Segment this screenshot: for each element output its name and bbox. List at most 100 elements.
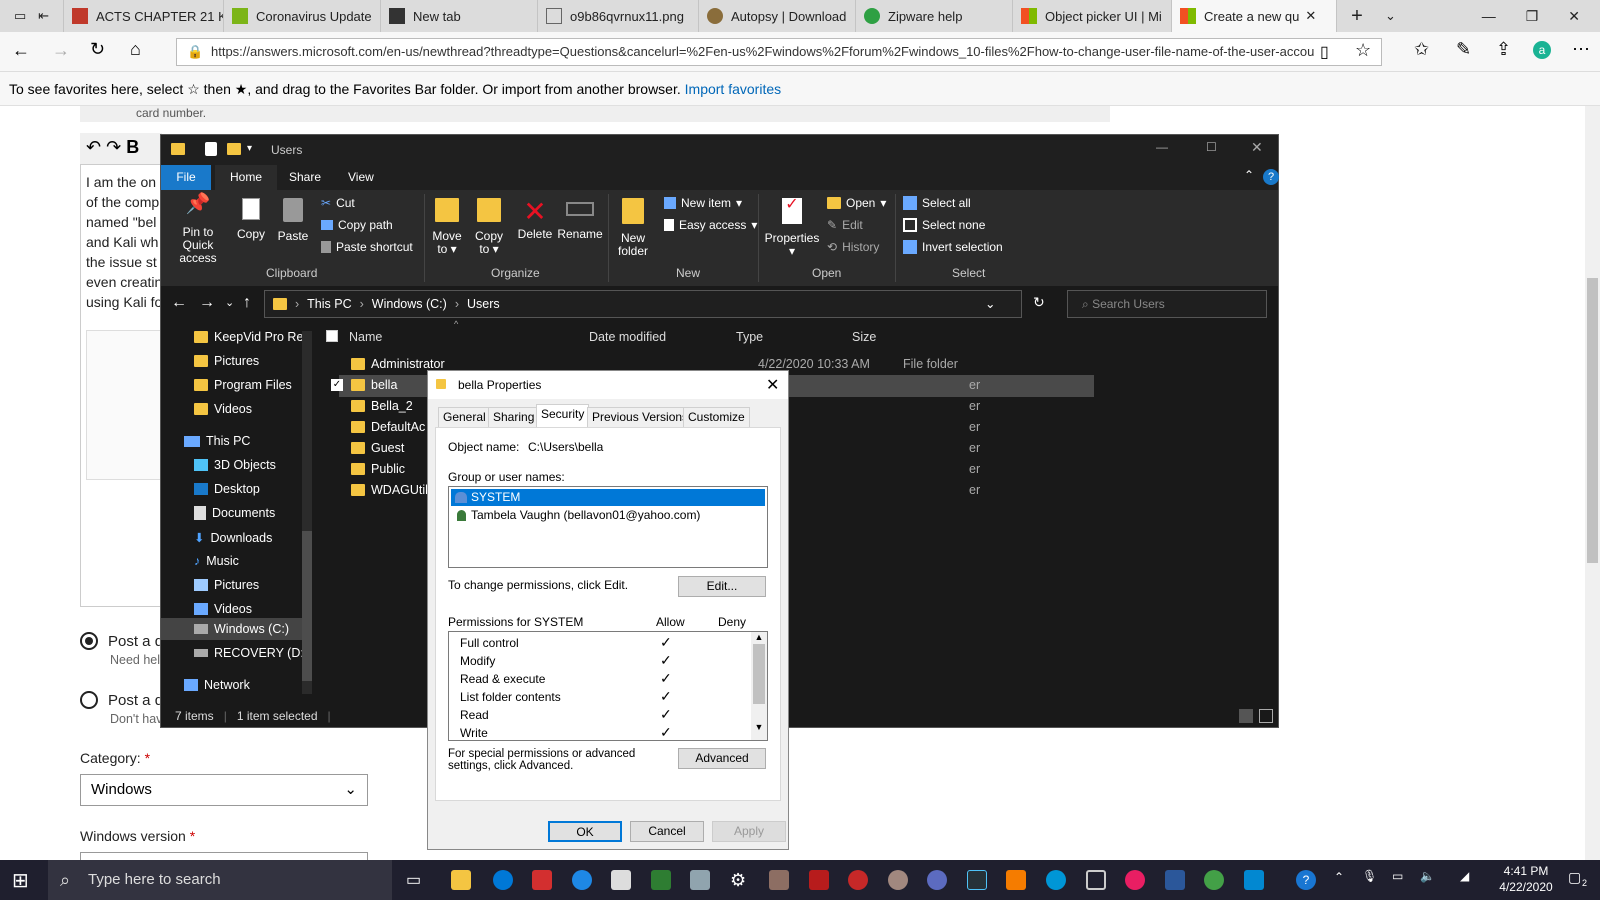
taskbar-search[interactable]: ⌕ Type here to search [48, 860, 392, 900]
column-size[interactable]: Size [852, 330, 876, 344]
app-icon[interactable] [1006, 870, 1026, 890]
new-tab-button[interactable]: + [1337, 0, 1377, 32]
properties-quick-icon[interactable] [205, 142, 217, 156]
tab-share[interactable]: Share [289, 165, 321, 190]
table-row[interactable]: DefaultAc er [351, 420, 980, 434]
settings-gear-icon[interactable]: ⚙ [730, 870, 750, 890]
app-icon[interactable] [1125, 870, 1145, 890]
minimize-icon[interactable]: — [1156, 140, 1168, 154]
restore-icon[interactable]: ❐ [1526, 8, 1539, 25]
app-icon[interactable] [769, 870, 789, 890]
nav-item-3d-objects[interactable]: 3D Objects [194, 458, 276, 472]
volume-icon[interactable]: 🔈 [1420, 869, 1435, 883]
notifications-icon[interactable]: ▢ [1568, 869, 1581, 886]
new-folder-button[interactable]: New folder [613, 198, 653, 258]
app-icon[interactable] [967, 870, 987, 890]
close-icon[interactable]: ✕ [1251, 139, 1263, 156]
close-window-icon[interactable]: ✕ [1568, 8, 1580, 25]
details-view-icon[interactable] [1239, 709, 1253, 723]
search-box[interactable]: ⌕ Search Users [1067, 290, 1267, 318]
row-checkbox-checked[interactable]: ✓ [331, 379, 343, 391]
table-row[interactable]: ✓ bella er [331, 378, 980, 392]
forward-icon[interactable]: → [199, 294, 215, 312]
category-select[interactable]: Windows ⌄ [80, 774, 368, 806]
nav-item-windows-c[interactable]: Windows (C:) [194, 622, 289, 636]
user-item-system[interactable]: SYSTEM [451, 489, 765, 506]
battery-icon[interactable]: ▭ [1392, 869, 1403, 883]
page-scrollbar[interactable] [1585, 106, 1600, 860]
nav-item-desktop[interactable]: Desktop [194, 482, 260, 496]
tab-list-icon[interactable]: ⌄ [1377, 0, 1407, 32]
select-all-button[interactable]: Select all [903, 196, 971, 210]
tab-4[interactable]: Autopsy | Download [699, 0, 856, 32]
close-tab-icon[interactable]: ✕ [1305, 8, 1316, 24]
tab-customize[interactable]: Customize [683, 407, 750, 427]
recent-locations-icon[interactable]: ⌄ [225, 296, 234, 309]
minimize-icon[interactable]: — [1482, 8, 1496, 24]
easy-access-button[interactable]: Easy access ▾ [664, 218, 757, 232]
nav-item-pictures-2[interactable]: Pictures [194, 578, 259, 592]
word-icon[interactable] [1165, 870, 1185, 890]
large-icons-view-icon[interactable] [1259, 709, 1273, 723]
back-icon[interactable]: ← [12, 40, 30, 61]
select-all-checkbox[interactable] [326, 330, 338, 342]
close-icon[interactable]: ✕ [766, 375, 779, 395]
nav-item-this-pc[interactable]: This PC [184, 434, 250, 448]
copy-to-button[interactable]: Copy to ▾ [469, 198, 509, 256]
move-to-button[interactable]: Move to ▾ [427, 198, 467, 256]
tab-previous-versions[interactable]: Previous Versions [587, 407, 694, 427]
tab-home[interactable]: Home [215, 165, 277, 190]
crumb-this-pc[interactable]: This PC [307, 297, 351, 311]
windows-start-icon[interactable]: ⊞ [12, 868, 29, 893]
permissions-scrollbar[interactable]: ▲ ▼ [751, 632, 767, 740]
cancel-button[interactable]: Cancel [630, 821, 704, 842]
nav-item-recovery-d[interactable]: RECOVERY (D:) [194, 646, 308, 660]
help-icon[interactable]: ? [1296, 870, 1316, 890]
tab-2[interactable]: New tab [381, 0, 538, 32]
edit-button[interactable]: Edit... [678, 576, 766, 597]
forward-icon[interactable]: → [52, 40, 70, 61]
set-aside-icon[interactable]: ⇤ [38, 8, 49, 24]
tab-1[interactable]: Coronavirus Update [224, 0, 381, 32]
bold-icon[interactable]: B [126, 137, 139, 157]
user-list[interactable]: SYSTEM Tambela Vaughn (bellavon01@yahoo.… [448, 486, 768, 568]
tab-3[interactable]: o9b86qvrnux11.png [538, 0, 699, 32]
maximize-icon[interactable]: ☐ [1206, 140, 1217, 154]
hp-icon[interactable] [1046, 870, 1066, 890]
tab-6[interactable]: Object picker UI | Mi [1013, 0, 1172, 32]
share-icon[interactable]: ⇪ [1496, 39, 1511, 60]
nav-scrollbar[interactable] [302, 331, 312, 694]
apply-button[interactable]: Apply [712, 821, 786, 842]
tab-sharing[interactable]: Sharing [488, 407, 540, 427]
breadcrumb[interactable]: › This PC › Windows (C:) › Users ⌄ [264, 290, 1022, 318]
properties-button[interactable]: ✓ Properties ▾ [764, 197, 820, 258]
user-item-tambela[interactable]: Tambela Vaughn (bellavon01@yahoo.com) [451, 507, 765, 524]
tab-manager-icon[interactable]: ▭ [14, 8, 26, 24]
tab-general[interactable]: General [438, 407, 491, 427]
tab-actions[interactable]: ▭ ⇤ [0, 0, 64, 32]
nav-item-keepvid[interactable]: KeepVid Pro Rec [194, 330, 310, 344]
nav-item-videos-2[interactable]: Videos [194, 602, 252, 616]
tab-view[interactable]: View [348, 165, 374, 190]
column-name[interactable]: Name [349, 330, 382, 344]
customize-qat-icon[interactable]: ▾ [247, 143, 252, 154]
advanced-button[interactable]: Advanced [678, 748, 766, 769]
ok-button[interactable]: OK [548, 821, 622, 842]
app-icon[interactable] [651, 870, 671, 890]
pen-icon[interactable]: ✎ [1456, 39, 1471, 60]
refresh-icon[interactable]: ↻ [90, 39, 105, 60]
add-favorite-icon[interactable]: ☆ [1355, 40, 1371, 61]
question-body[interactable]: I am the on of the comp named "bel and K… [86, 172, 162, 312]
app-icon[interactable] [927, 870, 947, 890]
help-icon[interactable]: ? [1263, 169, 1279, 185]
reading-view-icon[interactable]: ▯ [1320, 42, 1329, 62]
paste-button[interactable]: Paste [275, 198, 311, 243]
table-row[interactable]: Bella_2 er [351, 399, 980, 413]
more-icon[interactable]: ⋯ [1572, 39, 1590, 60]
tab-file[interactable]: File [161, 165, 211, 190]
calculator-icon[interactable] [611, 870, 631, 890]
nav-item-downloads[interactable]: ⬇ Downloads [194, 530, 272, 546]
app-icon[interactable] [888, 870, 908, 890]
table-row[interactable]: WDAGUtil er [351, 483, 980, 497]
nav-item-videos[interactable]: Videos [194, 402, 252, 416]
